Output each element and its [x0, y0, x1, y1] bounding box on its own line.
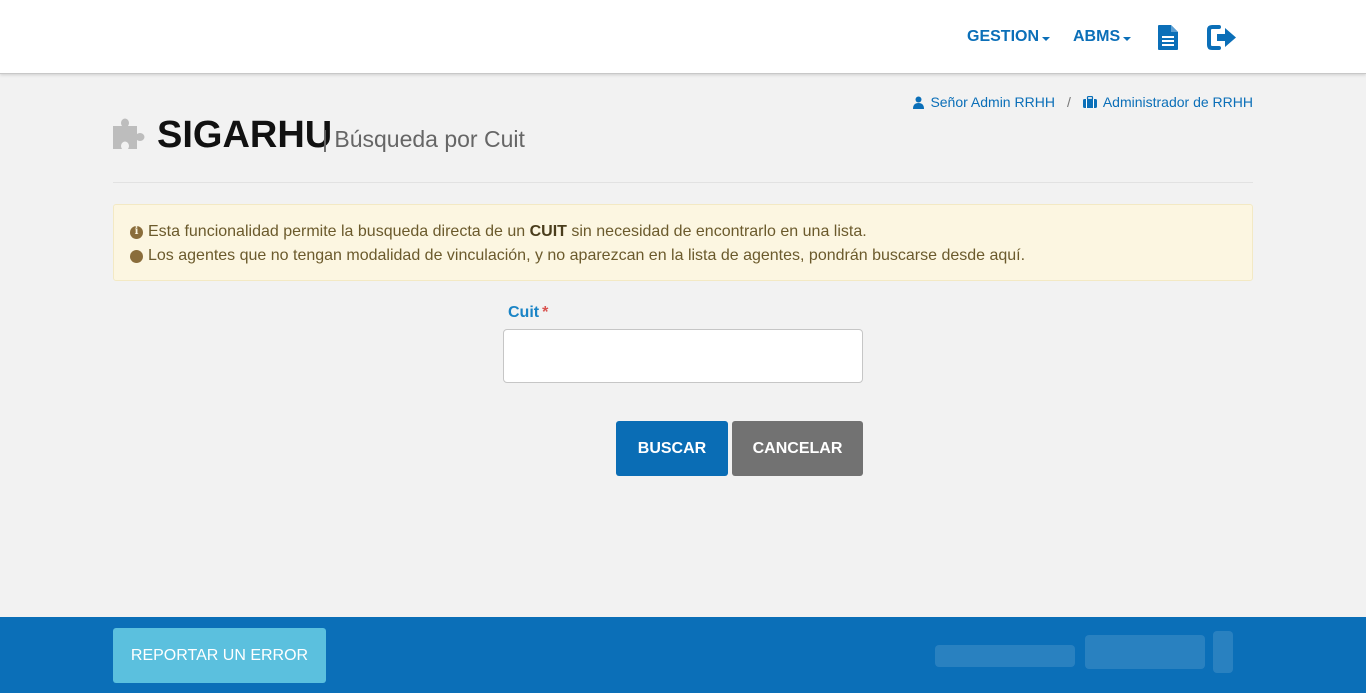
footer-logo-watermark	[935, 631, 1233, 673]
alert-text-2: Los agentes que no tengan modalidad de v…	[148, 247, 1026, 264]
user-name-link[interactable]: Señor Admin RRHH	[930, 94, 1055, 110]
breadcrumb-separator: /	[1066, 94, 1071, 110]
nav-menu-abms-label: ABMS	[1073, 28, 1121, 45]
alert-line-1: i Esta funcionalidad permite la busqueda…	[130, 220, 1236, 244]
puzzle-icon	[113, 116, 149, 155]
report-error-button[interactable]: REPORTAR UN ERROR	[113, 628, 326, 683]
user-icon	[913, 96, 925, 109]
nav-menu-abms[interactable]: ABMS	[1073, 28, 1132, 46]
nav-menu-gestion-label: GESTION	[967, 28, 1040, 45]
info-circle-icon: i	[130, 225, 143, 239]
alert-text-1-after: sin necesidad de encontrarlo en una list…	[571, 223, 867, 240]
user-breadcrumb: Señor Admin RRHH / Administrador de RRHH	[913, 94, 1253, 110]
caret-down-icon	[1123, 36, 1132, 41]
alert-text-1-bold: CUIT	[529, 223, 567, 240]
cuit-input[interactable]	[503, 329, 863, 383]
page-subtitle: | Búsqueda por Cuit	[322, 126, 525, 152]
briefcase-icon	[1082, 96, 1097, 108]
required-mark: *	[542, 304, 549, 321]
caret-down-icon	[1042, 36, 1051, 41]
alert-line-2: Los agentes que no tengan modalidad de v…	[130, 244, 1236, 268]
user-role-link[interactable]: Administrador de RRHH	[1103, 94, 1253, 110]
nav-menu-gestion[interactable]: GESTION	[967, 28, 1051, 46]
cancel-button[interactable]: CANCELAR	[732, 421, 863, 476]
cuit-label: Cuit *	[508, 304, 548, 322]
search-button[interactable]: BUSCAR	[616, 421, 728, 476]
document-icon[interactable]	[1157, 24, 1179, 56]
alert-text-1-before: Esta funcionalidad permite la busqueda d…	[148, 223, 526, 240]
title-divider	[113, 182, 1253, 183]
top-navbar: GESTION ABMS	[0, 0, 1366, 74]
page-title: SIGARHU	[157, 114, 333, 156]
bullet-circle-icon	[130, 249, 143, 263]
logout-icon[interactable]	[1207, 24, 1238, 56]
cuit-label-text: Cuit	[508, 304, 540, 321]
footer: REPORTAR UN ERROR	[0, 617, 1366, 693]
info-alert: i Esta funcionalidad permite la busqueda…	[113, 204, 1253, 281]
